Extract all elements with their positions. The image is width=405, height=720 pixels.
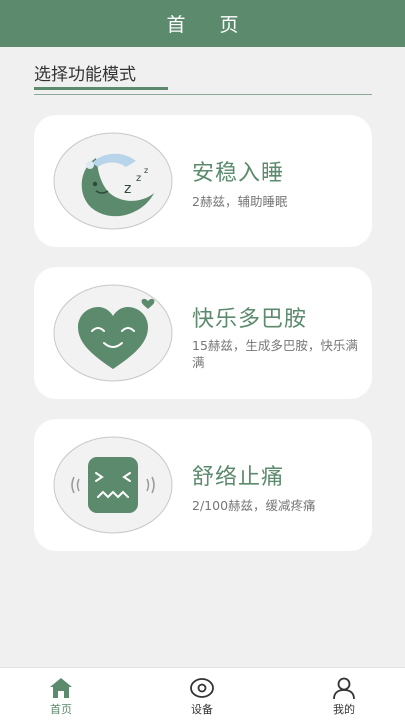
header-bar: 首 页 — [0, 0, 405, 47]
section-title-underline — [34, 87, 168, 90]
user-icon — [333, 677, 355, 700]
section-title: 选择功能模式 — [34, 65, 136, 85]
mode-title: 安稳入睡 — [192, 161, 285, 186]
mode-subtitle: 2赫兹，辅助睡眠 — [192, 194, 288, 209]
page-title: 首 页 — [166, 14, 253, 36]
tab-home[interactable]: 首页 — [21, 668, 101, 720]
section-divider — [34, 94, 372, 95]
svg-text:z: z — [136, 173, 141, 184]
mode-title: 快乐多巴胺 — [192, 307, 308, 332]
bottom-tab-bar: 首页 设备 我的 — [0, 667, 405, 720]
tab-mine[interactable]: 我的 — [304, 668, 384, 720]
mode-card-pain-relief[interactable]: 舒络止痛 2/100赫兹，缓减疼痛 — [34, 419, 372, 551]
svg-text:z: z — [144, 166, 148, 175]
mode-subtitle: 2/100赫兹，缓减疼痛 — [192, 498, 316, 513]
pain-face-icon — [52, 435, 174, 535]
home-icon — [50, 678, 72, 698]
tab-label: 我的 — [333, 703, 355, 716]
tab-label: 首页 — [50, 703, 72, 716]
mode-subtitle: 15赫兹，生成多巴胺，快乐满满 — [192, 338, 358, 370]
mode-title: 舒络止痛 — [192, 465, 285, 490]
sleeping-moon-icon: z z z — [52, 131, 174, 231]
tab-label: 设备 — [191, 703, 213, 716]
tab-device[interactable]: 设备 — [162, 668, 242, 720]
svg-text:z: z — [124, 181, 131, 197]
mode-card-sleep[interactable]: z z z 安稳入睡 2赫兹，辅助睡眠 — [34, 115, 372, 247]
smiling-heart-icon — [52, 283, 174, 383]
device-icon — [190, 678, 214, 698]
mode-card-dopamine[interactable]: 快乐多巴胺 15赫兹，生成多巴胺，快乐满满 — [34, 267, 372, 399]
